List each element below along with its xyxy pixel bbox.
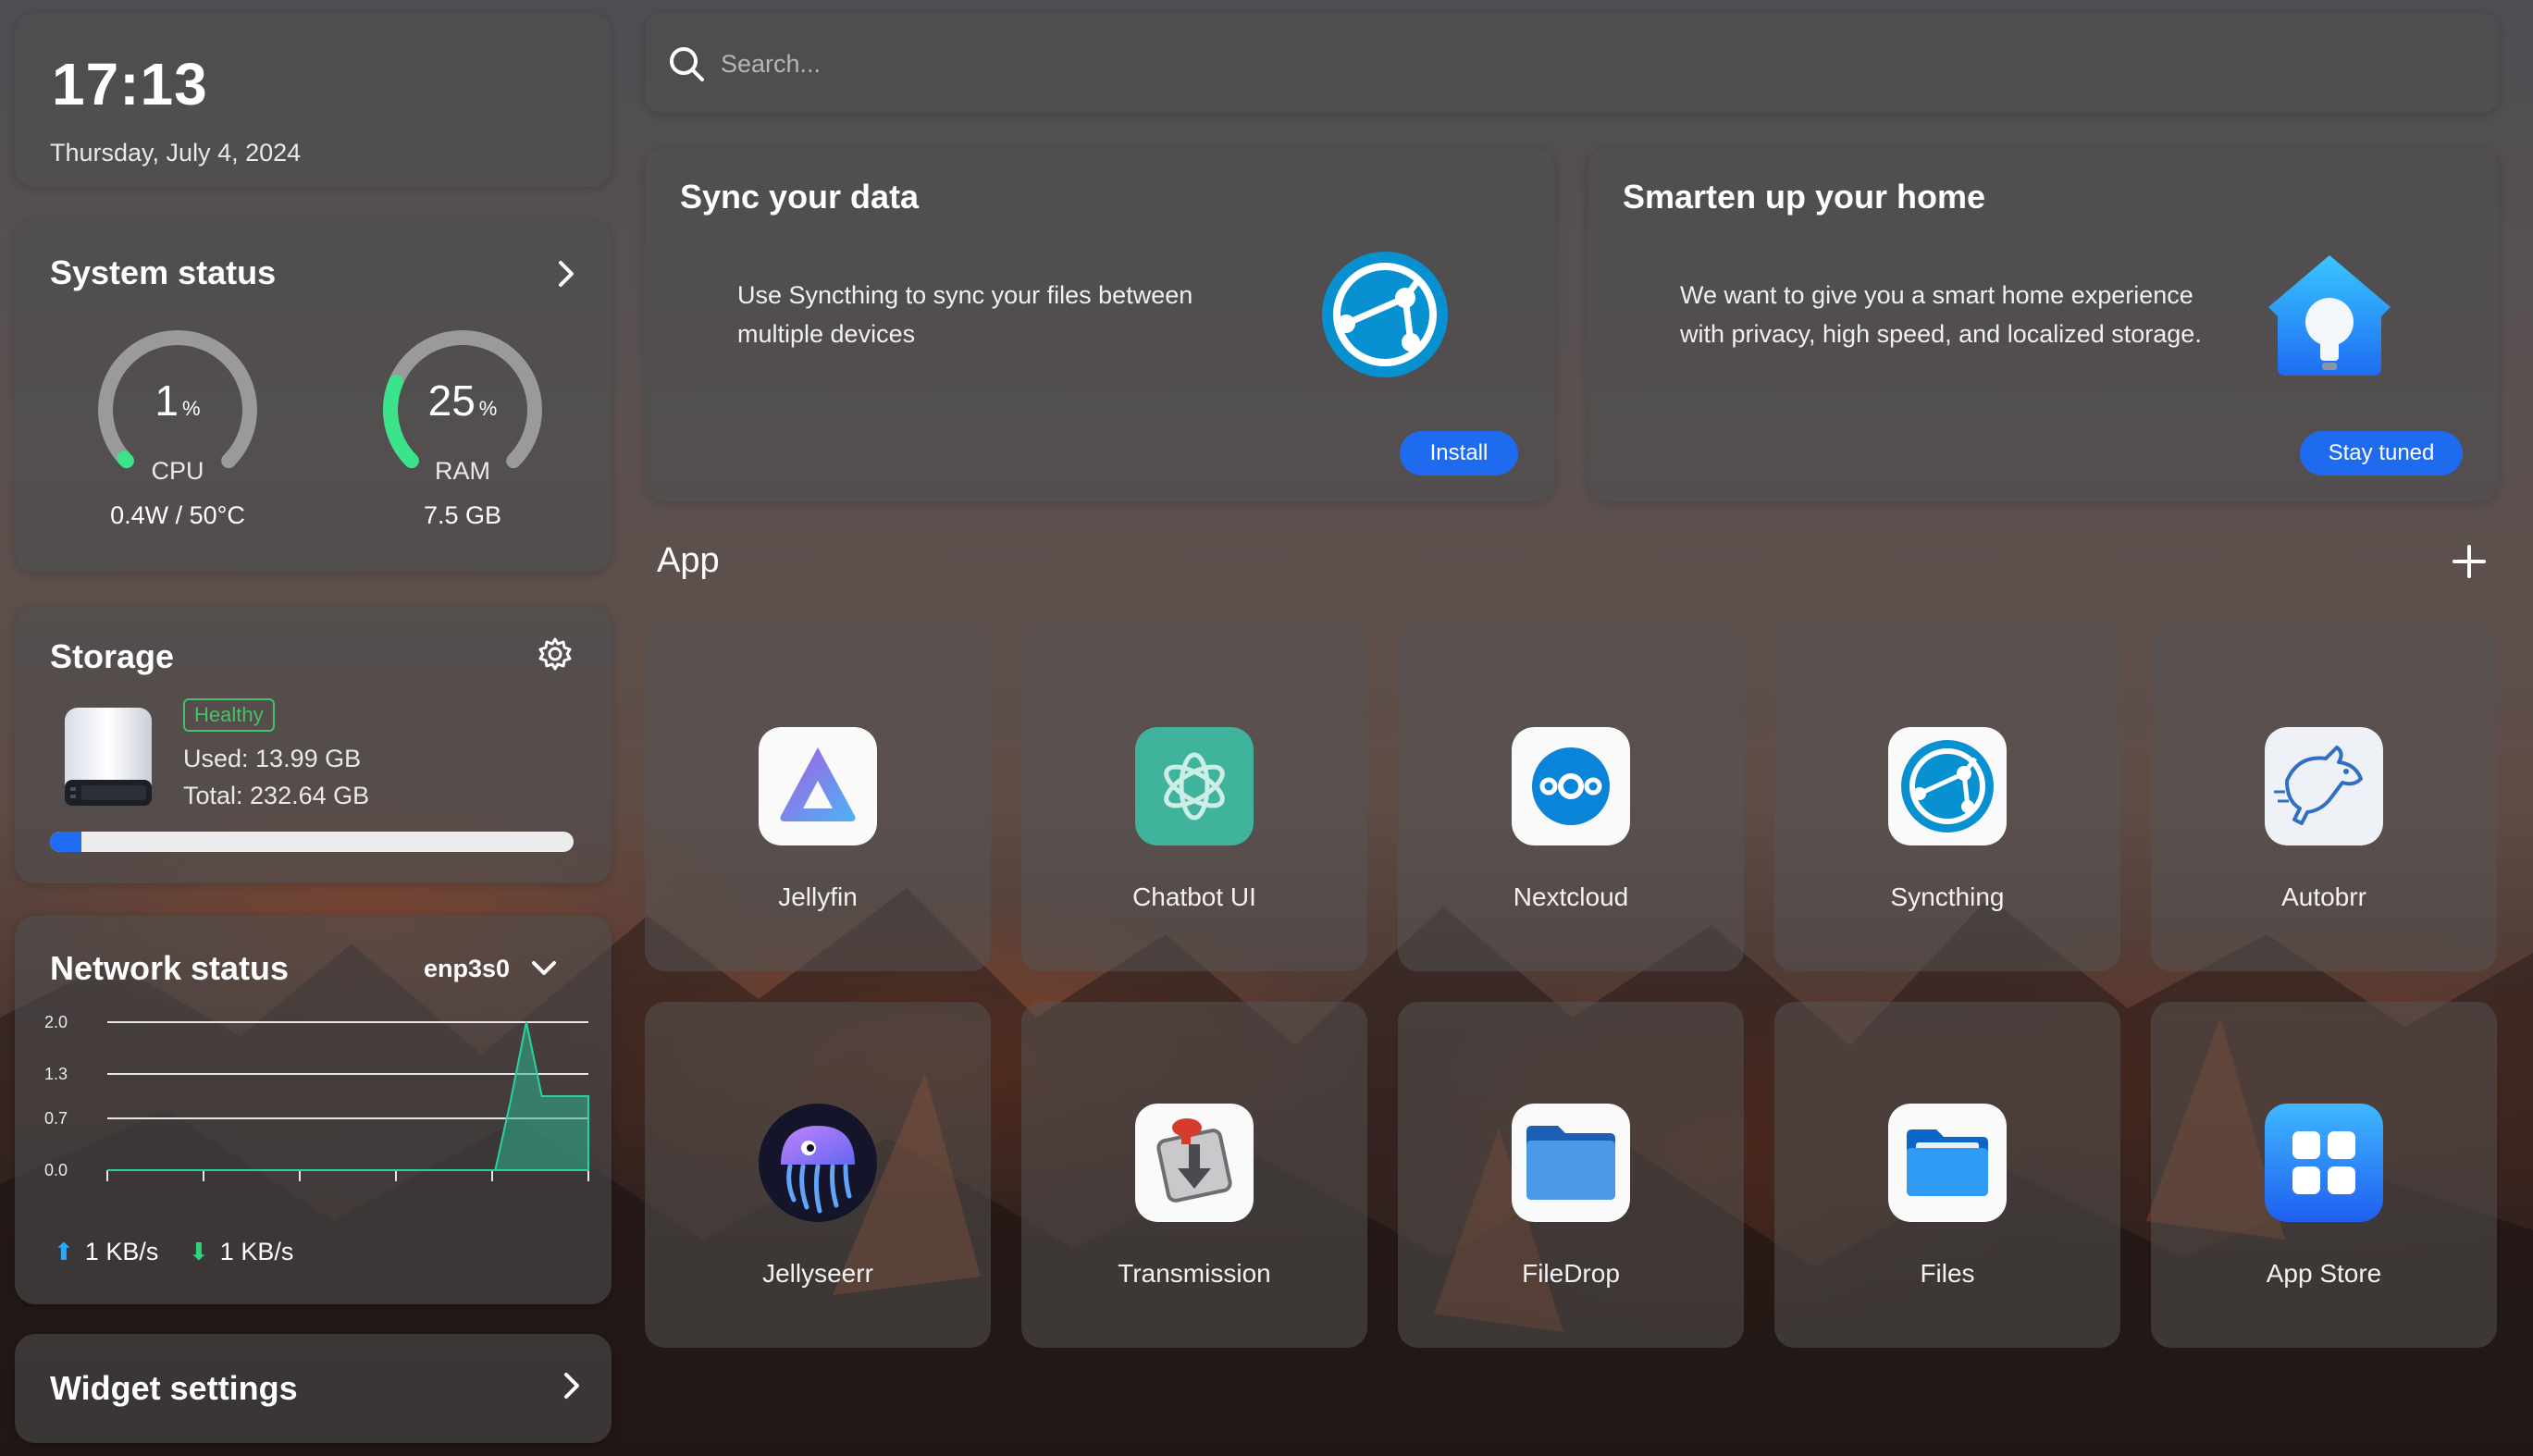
jellyfin-icon [759,727,877,845]
arrow-up-icon: ⬆ [54,1238,74,1265]
network-title: Network status [50,949,290,987]
clock-time: 17:13 [52,51,208,117]
arrow-down-icon: ⬇ [189,1238,209,1265]
app-label: Jellyfin [778,882,858,911]
gear-icon[interactable] [537,635,574,672]
app-label: Autobrr [2281,882,2366,911]
promo-sync-card: Sync your data Use Syncthing to sync you… [645,148,1555,501]
files-icon [1888,1104,2007,1222]
filedrop-icon [1512,1104,1630,1222]
ram-value: 25% [427,376,498,425]
syncthing-icon [1888,727,2007,845]
app-tile-files[interactable]: Files [1774,1002,2120,1348]
cpu-value: 1% [154,376,201,425]
app-label: Nextcloud [1513,882,1629,911]
promo-home-title: Smarten up your home [1623,178,1986,216]
system-status-title: System status [50,253,277,291]
promo-home-text-line2: with privacy, high speed, and localized … [1680,320,2202,348]
ram-label: RAM [435,457,490,485]
storage-usage-bar [50,832,574,852]
promo-home-card: Smarten up your home We want to give you… [1588,148,2499,501]
chart-y-tick-label: 1.3 [44,1065,68,1083]
autobrr-icon [2265,727,2383,845]
nextcloud-icon [1512,727,1630,845]
app-label: Files [1920,1259,1975,1288]
widget-settings[interactable]: Widget settings [15,1334,612,1443]
promo-sync-text-line2: multiple devices [737,320,916,348]
storage-usage-fill [50,832,81,852]
search-icon [670,47,704,81]
promo-sync-title: Sync your data [680,178,920,216]
network-status-widget: Network status enp3s0 2.0 1.3 0.7 0.0 ⬆ 1 K… [15,916,612,1304]
interface-dropdown[interactable]: enp3s0 [424,953,560,984]
network-chart: 2.0 1.3 0.7 0.0 [44,1013,589,1181]
app-tile-filedrop[interactable]: FileDrop [1398,1002,1744,1348]
app-label: App Store [2266,1259,2382,1288]
app-tile-nextcloud[interactable]: Nextcloud [1398,625,1744,971]
app-label: Syncthing [1890,882,2005,911]
cpu-label: CPU [151,457,204,485]
hard-drive-icon [65,708,152,806]
search-bar[interactable] [645,13,2499,113]
clock-widget: 17:13 Thursday, July 4, 2024 [15,13,612,187]
app-tile-jellyfin[interactable]: Jellyfin [645,625,991,971]
system-status-widget[interactable]: System status 1% CPU 0.4W / 50°C 25% RAM… [15,220,612,572]
chart-y-tick-label: 2.0 [44,1013,68,1031]
add-app-icon[interactable] [2450,542,2489,581]
install-button[interactable]: Install [1400,431,1518,475]
app-label: Chatbot UI [1132,882,1256,911]
ram-detail: 7.5 GB [423,501,502,529]
apps-section-title: App [657,541,720,580]
smart-home-icon [2268,255,2391,376]
widget-settings-title: Widget settings [50,1369,298,1407]
storage-used: Used: 13.99 GB [183,745,362,772]
chevron-right-icon [564,1373,579,1399]
promo-sync-text-line1: Use Syncthing to sync your files between [737,281,1193,309]
storage-title: Storage [50,637,175,675]
download-speed: ⬇ 1 KB/s [189,1238,294,1265]
upload-speed: ⬆ 1 KB/s [54,1238,159,1265]
interface-name: enp3s0 [424,954,511,982]
app-tile-app-store[interactable]: App Store [2151,1002,2497,1348]
storage-total: Total: 232.64 GB [183,782,370,809]
transmission-icon [1135,1104,1254,1222]
chart-series-area [107,1021,589,1171]
syncthing-logo-icon [1322,252,1448,377]
jellyseerr-icon [759,1104,877,1222]
search-input[interactable] [719,39,2462,89]
app-label: Transmission [1118,1259,1271,1288]
app-label: FileDrop [1522,1259,1620,1288]
chatbot-icon [1135,727,1254,845]
app-store-icon [2265,1104,2383,1222]
cpu-detail: 0.4W / 50°C [110,501,245,529]
promo-home-text-line1: We want to give you a smart home experie… [1680,281,2193,309]
app-tile-syncthing[interactable]: Syncthing [1774,625,2120,971]
chart-y-tick-label: 0.0 [44,1161,68,1179]
status-badge: Healthy [183,698,275,732]
chart-y-tick-label: 0.7 [44,1109,68,1128]
app-tile-jellyseerr[interactable]: Jellyseerr [645,1002,991,1348]
app-tile-chatbot-ui[interactable]: Chatbot UI [1021,625,1367,971]
clock-date: Thursday, July 4, 2024 [50,139,302,167]
chevron-down-icon [532,961,557,975]
app-label: Jellyseerr [762,1259,873,1288]
stay-tuned-button[interactable]: Stay tuned [2300,431,2463,475]
storage-widget: Storage Healthy Used: 13.99 GB Total: 23… [15,606,612,883]
chevron-right-icon[interactable] [548,255,585,292]
app-tile-autobrr[interactable]: Autobrr [2151,625,2497,971]
app-tile-transmission[interactable]: Transmission [1021,1002,1367,1348]
